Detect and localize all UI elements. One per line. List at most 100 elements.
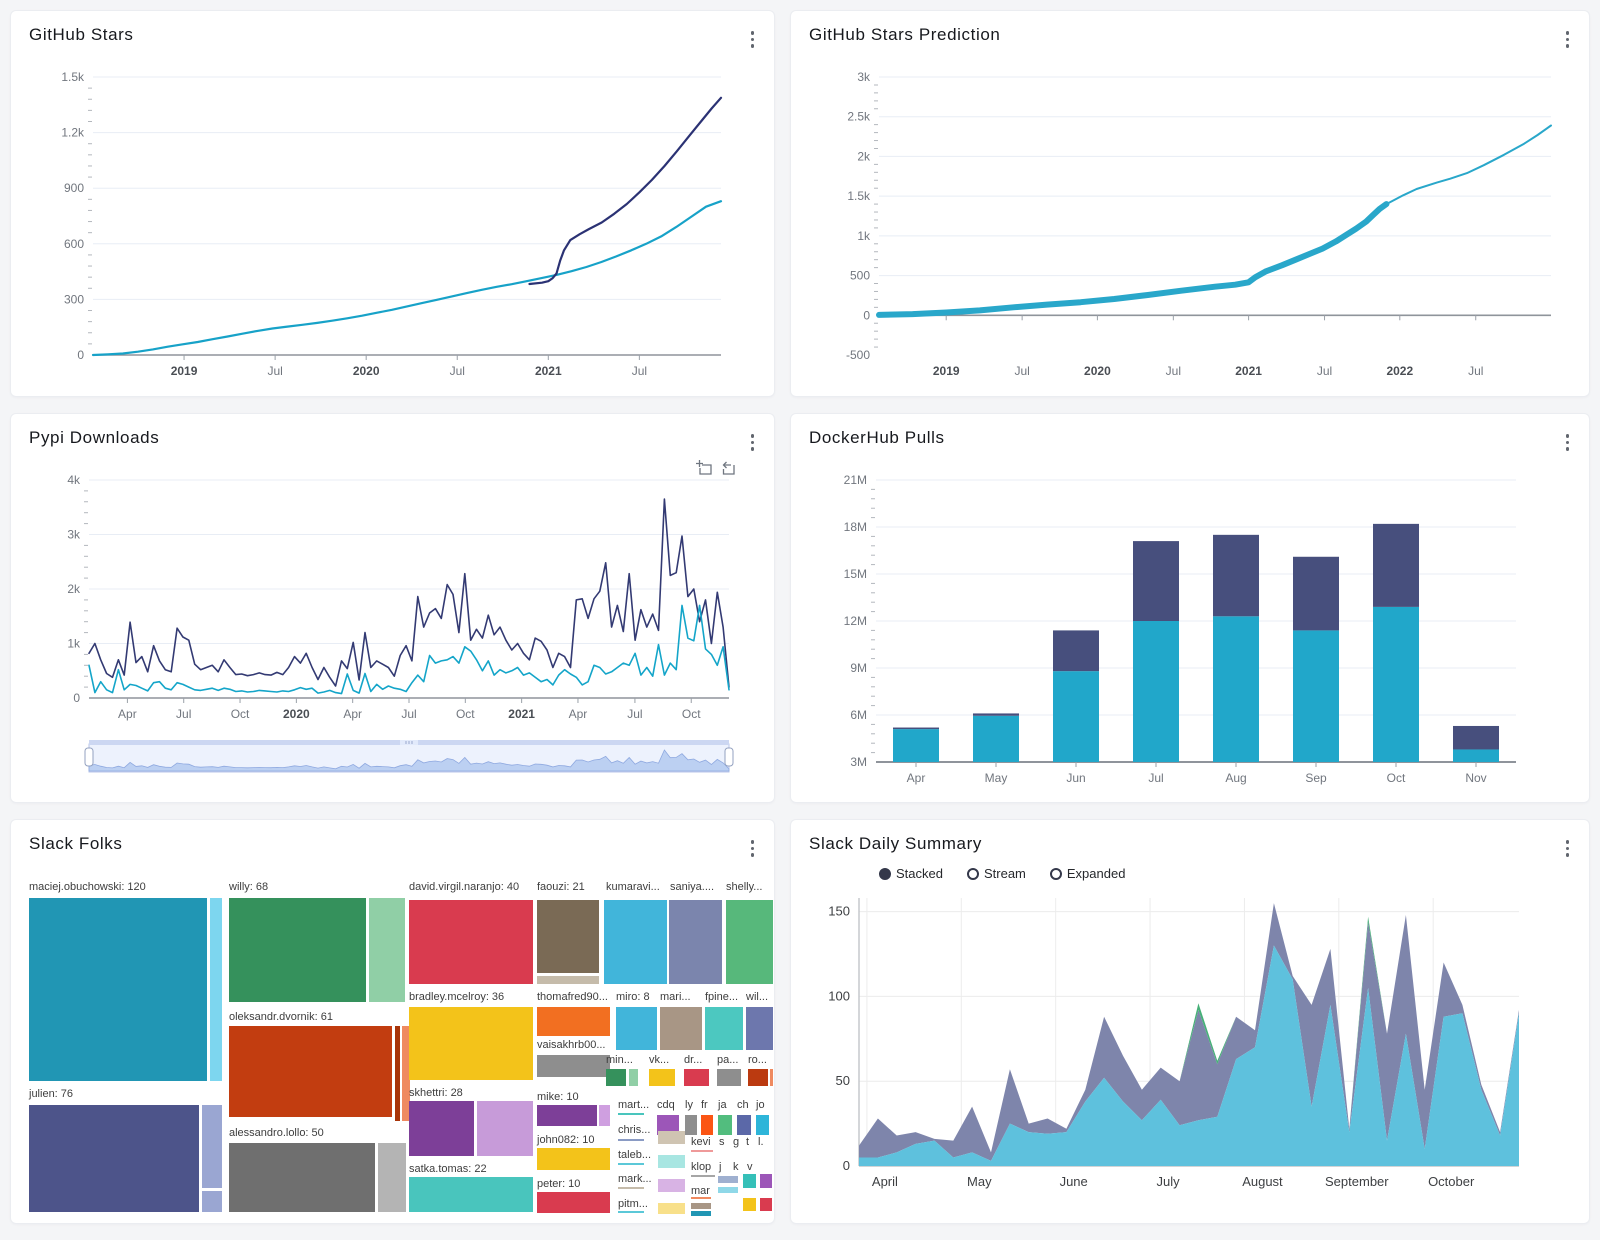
kebab-menu-icon[interactable] bbox=[1564, 29, 1572, 50]
restore-icon[interactable] bbox=[724, 462, 735, 474]
treemap-cell[interactable] bbox=[743, 1198, 756, 1211]
treemap-cell[interactable] bbox=[29, 898, 207, 1081]
treemap-cell[interactable] bbox=[701, 1115, 713, 1135]
kebab-menu-icon[interactable] bbox=[1564, 432, 1572, 453]
legend-radio-stacked[interactable]: Stacked bbox=[879, 866, 943, 881]
treemap-cell[interactable] bbox=[629, 1069, 638, 1086]
legend-radio-stream[interactable]: Stream bbox=[967, 866, 1026, 881]
treemap-cell[interactable] bbox=[229, 1026, 392, 1117]
treemap-cell[interactable] bbox=[669, 900, 722, 984]
treemap-cell[interactable] bbox=[409, 1007, 533, 1080]
bar-segment-nov[interactable] bbox=[1453, 726, 1499, 750]
legend-radio-expanded[interactable]: Expanded bbox=[1050, 866, 1126, 881]
treemap-cell[interactable] bbox=[378, 1143, 406, 1212]
treemap-cell[interactable] bbox=[718, 1176, 738, 1183]
treemap-cell[interactable] bbox=[616, 1007, 657, 1050]
bar-segment-aug[interactable] bbox=[1213, 616, 1259, 762]
svg-text:3M: 3M bbox=[850, 755, 867, 769]
treemap-cell[interactable] bbox=[660, 1007, 702, 1050]
treemap-cell[interactable] bbox=[691, 1203, 711, 1209]
treemap-cell[interactable] bbox=[746, 1007, 773, 1050]
treemap-cell[interactable] bbox=[409, 1177, 533, 1212]
treemap-cell[interactable] bbox=[477, 1101, 533, 1156]
bar-segment-aug[interactable] bbox=[1213, 535, 1259, 616]
treemap-cell[interactable] bbox=[691, 1211, 711, 1216]
bar-segment-jul[interactable] bbox=[1133, 541, 1179, 621]
treemap-cell[interactable] bbox=[756, 1115, 769, 1135]
treemap-cell[interactable] bbox=[691, 1197, 711, 1199]
treemap-cell[interactable] bbox=[658, 1155, 685, 1168]
treemap-cell[interactable] bbox=[760, 1174, 772, 1188]
treemap-cell[interactable] bbox=[537, 900, 599, 973]
treemap-cell[interactable] bbox=[618, 1187, 644, 1189]
treemap-cell[interactable] bbox=[29, 1105, 199, 1212]
treemap-cell[interactable] bbox=[618, 1113, 644, 1115]
bar-segment-apr[interactable] bbox=[893, 728, 939, 730]
treemap-cell[interactable] bbox=[537, 1007, 610, 1036]
treemap-cell[interactable] bbox=[369, 898, 405, 1002]
treemap-cell[interactable] bbox=[229, 898, 366, 1002]
treemap-cell[interactable] bbox=[618, 1211, 644, 1213]
svg-text:2k: 2k bbox=[857, 149, 871, 163]
kebab-menu-icon[interactable] bbox=[749, 432, 757, 453]
bar-segment-may[interactable] bbox=[973, 716, 1019, 762]
treemap-cell[interactable] bbox=[658, 1203, 685, 1214]
svg-text:Jul: Jul bbox=[1014, 364, 1029, 378]
treemap-cell[interactable] bbox=[202, 1105, 222, 1188]
slider-handle[interactable] bbox=[725, 748, 733, 766]
treemap-cell[interactable] bbox=[229, 1143, 375, 1212]
treemap-cell[interactable] bbox=[599, 1105, 610, 1126]
treemap-cell[interactable] bbox=[537, 1105, 597, 1126]
treemap-label: pa... bbox=[717, 1055, 738, 1066]
treemap-cell[interactable] bbox=[718, 1187, 738, 1193]
data-zoom-slider[interactable] bbox=[85, 740, 733, 772]
treemap-cell[interactable] bbox=[618, 1163, 644, 1165]
bar-segment-may[interactable] bbox=[973, 713, 1019, 715]
treemap-cell[interactable] bbox=[537, 1148, 610, 1170]
bar-segment-apr[interactable] bbox=[893, 729, 939, 762]
bar-segment-nov[interactable] bbox=[1453, 749, 1499, 762]
bar-segment-sep[interactable] bbox=[1293, 557, 1339, 631]
bar-segment-sep[interactable] bbox=[1293, 630, 1339, 762]
svg-text:1.5k: 1.5k bbox=[847, 189, 871, 203]
slider-handle[interactable] bbox=[85, 748, 93, 766]
treemap-cell[interactable] bbox=[743, 1174, 756, 1188]
treemap-cell[interactable] bbox=[760, 1198, 772, 1211]
treemap-label: mike: 10 bbox=[537, 1092, 579, 1103]
treemap-cell[interactable] bbox=[748, 1069, 768, 1086]
kebab-menu-icon[interactable] bbox=[749, 838, 757, 859]
treemap-cell[interactable] bbox=[718, 1115, 732, 1135]
treemap-cell[interactable] bbox=[537, 1055, 610, 1077]
treemap-cell[interactable] bbox=[717, 1069, 741, 1086]
bar-segment-jun[interactable] bbox=[1053, 671, 1099, 762]
treemap-cell[interactable] bbox=[691, 1150, 713, 1152]
treemap-cell[interactable] bbox=[691, 1175, 715, 1177]
treemap-cell[interactable] bbox=[606, 1069, 626, 1086]
treemap-cell[interactable] bbox=[210, 898, 222, 1081]
treemap-cell[interactable] bbox=[409, 900, 533, 984]
treemap-cell[interactable] bbox=[770, 1069, 773, 1086]
treemap-cell[interactable] bbox=[737, 1115, 751, 1135]
kebab-menu-icon[interactable] bbox=[749, 29, 757, 50]
bar-segment-jun[interactable] bbox=[1053, 630, 1099, 671]
treemap-cell[interactable] bbox=[202, 1191, 222, 1212]
bar-segment-oct[interactable] bbox=[1373, 607, 1419, 762]
treemap-cell[interactable] bbox=[685, 1115, 697, 1135]
treemap-cell[interactable] bbox=[537, 1192, 610, 1213]
bar-segment-oct[interactable] bbox=[1373, 524, 1419, 607]
treemap-cell[interactable] bbox=[409, 1101, 474, 1156]
treemap-cell[interactable] bbox=[604, 900, 667, 984]
bar-segment-jul[interactable] bbox=[1133, 621, 1179, 762]
svg-text:600: 600 bbox=[64, 237, 84, 251]
treemap-cell[interactable] bbox=[726, 900, 773, 984]
treemap-cell[interactable] bbox=[649, 1069, 675, 1086]
treemap-cell[interactable] bbox=[618, 1139, 644, 1141]
treemap-cell[interactable] bbox=[395, 1026, 400, 1121]
treemap-cell[interactable] bbox=[684, 1069, 709, 1086]
treemap-cell[interactable] bbox=[705, 1007, 743, 1050]
treemap-cell[interactable] bbox=[658, 1131, 685, 1144]
treemap-cell[interactable] bbox=[537, 976, 599, 984]
zoom-select-icon[interactable] bbox=[696, 460, 711, 474]
kebab-menu-icon[interactable] bbox=[1564, 838, 1572, 859]
treemap-cell[interactable] bbox=[658, 1179, 685, 1192]
